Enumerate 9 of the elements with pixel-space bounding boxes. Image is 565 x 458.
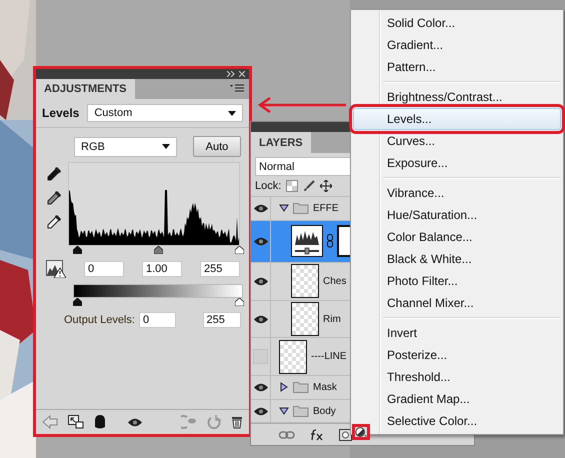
- layer-name: ----LINE: [311, 351, 347, 362]
- layer-name: Rim: [323, 314, 341, 325]
- lock-label: Lock:: [255, 180, 282, 192]
- layer-name: Ches: [323, 276, 346, 287]
- adjustment-name: Levels: [42, 106, 80, 120]
- layer-name: Mask: [313, 382, 337, 393]
- layer-name: Body: [313, 406, 336, 416]
- layer-name: EFFE: [313, 202, 339, 214]
- output-levels-label: Output Levels:: [64, 314, 135, 326]
